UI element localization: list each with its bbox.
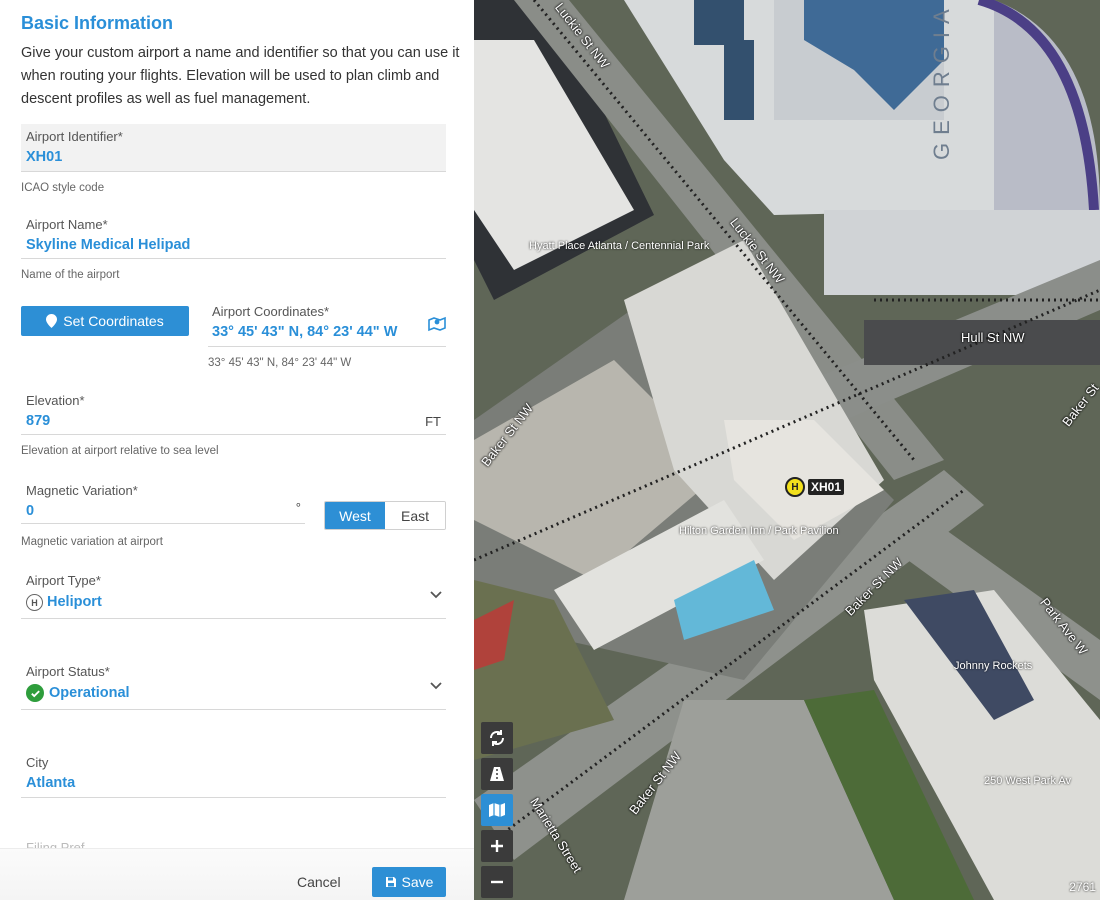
map-toolbar <box>481 722 513 900</box>
airport-type-select[interactable]: Airport Type* H Heliport <box>21 569 446 619</box>
airport-coordinates-label: Airport Coordinates* <box>212 304 330 319</box>
elevation-hint: Elevation at airport relative to sea lev… <box>21 445 219 457</box>
map-imagery: GEORGIA <box>474 0 1100 900</box>
map-locate-icon[interactable] <box>428 316 446 332</box>
elevation-field[interactable]: Elevation* 879 FT <box>21 388 446 435</box>
map-pin-icon <box>46 314 58 328</box>
intro-text: Give your custom airport a name and iden… <box>21 45 460 107</box>
airport-coordinates-hint: 33° 45' 43" N, 84° 23' 44" W <box>208 357 352 369</box>
street-label-hull: Hull St NW <box>961 330 1025 345</box>
airport-marker[interactable]: H XH01 <box>785 477 845 497</box>
poi-johnny-rockets: Johnny Rockets <box>954 660 1033 672</box>
road-layer-button[interactable] <box>481 758 513 790</box>
variation-direction-toggle[interactable]: West East <box>324 501 446 530</box>
map-layer-button[interactable] <box>481 794 513 826</box>
airport-identifier-field[interactable]: Airport Identifier* XH01 <box>21 124 446 172</box>
map-icon <box>489 803 505 817</box>
floppy-disk-icon <box>385 877 396 887</box>
set-coordinates-button[interactable]: Set Coordinates <box>21 306 189 336</box>
airport-identifier-label: Airport Identifier* <box>26 129 123 144</box>
magnetic-variation-hint: Magnetic variation at airport <box>21 536 163 548</box>
minus-icon <box>491 880 503 884</box>
airport-form-panel: Basic Information Give your custom airpo… <box>0 0 474 900</box>
satellite-map[interactable]: GEORGIA Luckie St NW Luckie St NW Hull S… <box>474 0 1100 900</box>
refresh-button[interactable] <box>481 722 513 754</box>
heliport-icon: H <box>26 594 43 611</box>
magnetic-variation-label: Magnetic Variation* <box>26 483 138 498</box>
magnetic-variation-value[interactable]: 0 <box>26 503 34 519</box>
poi-west-park: 250 West Park Av <box>984 775 1072 787</box>
georgia-lettering: GEORGIA <box>929 1 954 160</box>
section-title: Basic Information <box>21 13 174 33</box>
airport-coordinates-field[interactable]: Airport Coordinates* 33° 45' 43" N, 84° … <box>208 300 446 347</box>
airport-type-value[interactable]: Heliport <box>47 594 102 610</box>
airport-type-label: Airport Type* <box>26 573 101 588</box>
check-circle-icon <box>26 684 44 702</box>
zoom-out-button[interactable] <box>481 866 513 898</box>
airport-name-value[interactable]: Skyline Medical Helipad <box>26 237 190 253</box>
poi-hilton: Hilton Garden Inn / Park Pavilion <box>679 525 839 537</box>
west-option[interactable]: West <box>325 502 385 529</box>
airport-name-label: Airport Name* <box>26 217 108 232</box>
map-scale: 2761 <box>1069 880 1096 894</box>
cancel-button[interactable]: Cancel <box>297 874 341 890</box>
airport-coordinates-value[interactable]: 33° 45' 43" N, 84° 23' 44" W <box>212 324 397 340</box>
airport-status-label: Airport Status* <box>26 664 110 679</box>
elevation-label: Elevation* <box>26 393 85 408</box>
airport-name-field[interactable]: Airport Name* Skyline Medical Helipad <box>21 212 446 259</box>
helipad-marker-icon: H <box>785 477 805 497</box>
city-value[interactable]: Atlanta <box>26 775 75 791</box>
save-button[interactable]: Save <box>372 867 446 897</box>
east-option[interactable]: East <box>385 502 445 529</box>
airport-status-value[interactable]: Operational <box>49 685 130 701</box>
chevron-down-icon[interactable] <box>429 590 443 600</box>
refresh-icon <box>489 730 505 746</box>
magnetic-variation-field[interactable]: Magnetic Variation* 0 ° <box>21 478 305 524</box>
zoom-in-button[interactable] <box>481 830 513 862</box>
form-footer: Cancel Save <box>0 848 474 900</box>
airport-identifier-hint: ICAO style code <box>21 182 105 194</box>
city-label: City <box>26 755 49 770</box>
degree-unit: ° <box>295 500 301 515</box>
set-coordinates-label: Set Coordinates <box>63 313 164 329</box>
chevron-down-icon[interactable] <box>429 681 443 691</box>
elevation-value[interactable]: 879 <box>26 413 50 429</box>
save-label: Save <box>401 874 434 890</box>
plus-icon <box>491 840 503 852</box>
road-icon <box>490 767 504 781</box>
elevation-unit: FT <box>425 414 441 429</box>
airport-marker-label: XH01 <box>808 479 845 495</box>
airport-identifier-value[interactable]: XH01 <box>26 149 62 165</box>
airport-name-hint: Name of the airport <box>21 269 120 281</box>
poi-hyatt: Hyatt Place Atlanta / Centennial Park <box>529 240 710 252</box>
airport-status-select[interactable]: Airport Status* Operational <box>21 660 446 710</box>
city-field[interactable]: City Atlanta <box>21 751 446 798</box>
